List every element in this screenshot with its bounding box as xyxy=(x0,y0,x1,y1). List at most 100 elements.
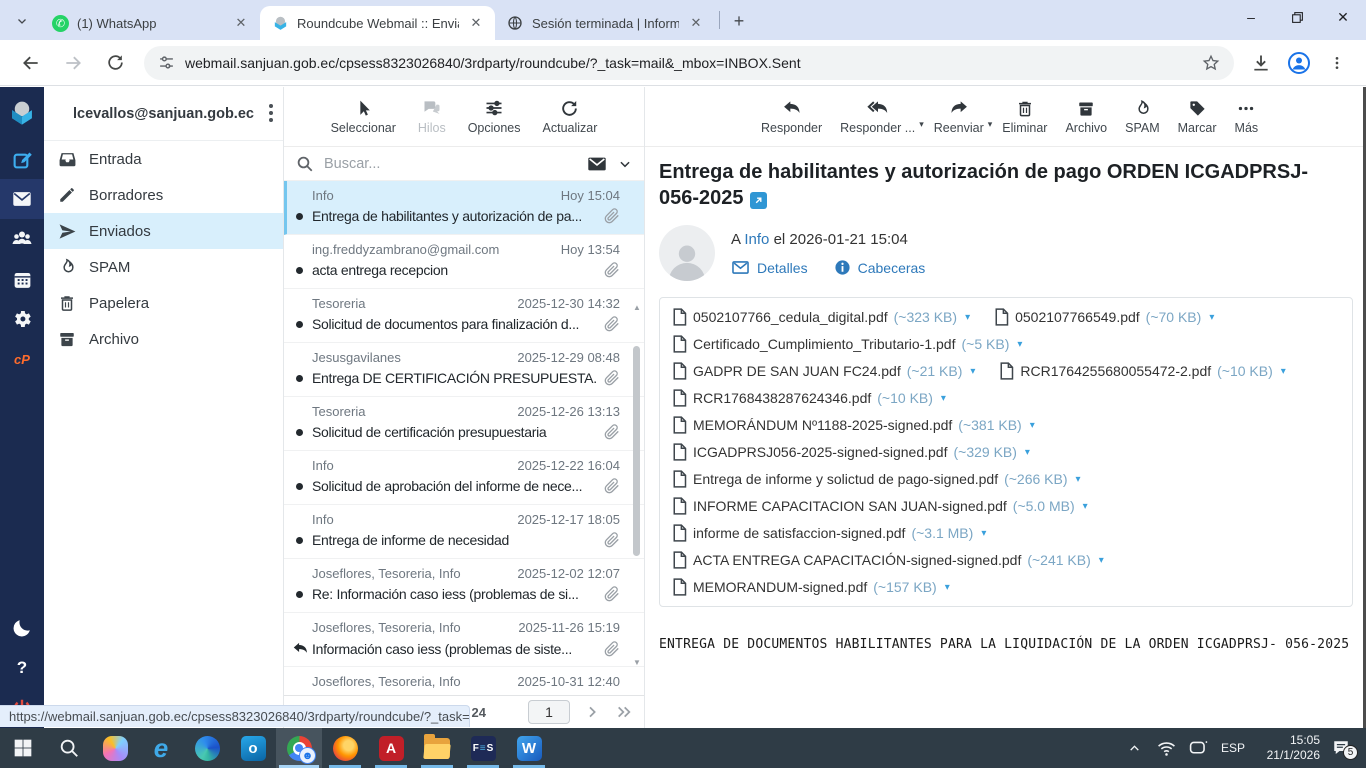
attachment-menu-caret-icon[interactable]: ▾ xyxy=(1083,501,1088,512)
rail-contacts-button[interactable] xyxy=(0,219,44,259)
attachment-menu-caret-icon[interactable]: ▾ xyxy=(1030,420,1035,431)
address-bar[interactable]: webmail.sanjuan.gob.ec/cpsess8323026840/… xyxy=(144,45,1234,80)
taskbar-search-button[interactable] xyxy=(46,728,92,768)
list-item[interactable]: Info 2025-12-17 18:05 Entrega de informe… xyxy=(284,505,644,559)
attachment[interactable]: informe de satisfaccion-signed.pdf (~3.1… xyxy=(672,524,1340,542)
list-item[interactable]: Tesoreria 2025-12-26 13:13 Solicitud de … xyxy=(284,397,644,451)
list-item[interactable]: Info 2025-12-22 16:04 Solicitud de aprob… xyxy=(284,451,644,505)
list-item[interactable]: Joseflores, Tesoreria, Info 2025-10-31 1… xyxy=(284,667,644,695)
details-toggle[interactable]: Detalles xyxy=(731,258,808,277)
spam-button[interactable]: SPAM xyxy=(1117,95,1168,139)
taskbar-outlook-button[interactable]: o xyxy=(230,728,276,768)
list-item[interactable]: Jesusgavilanes 2025-12-29 08:48 Entrega … xyxy=(284,343,644,397)
list-item[interactable]: Joseflores, Tesoreria, Info 2025-11-26 1… xyxy=(284,613,644,667)
next-page-button[interactable] xyxy=(584,704,600,720)
tab-close-icon[interactable]: ✕ xyxy=(687,14,705,32)
language-indicator[interactable]: ESP xyxy=(1216,741,1250,755)
select-button[interactable]: Seleccionar xyxy=(323,95,404,139)
search-scope-mail-icon[interactable] xyxy=(586,153,608,175)
wifi-icon[interactable] xyxy=(1152,728,1180,768)
tab-search-button[interactable] xyxy=(8,7,36,35)
sidebar-item-spam[interactable]: SPAM xyxy=(44,249,283,285)
taskbar-word-button[interactable]: W xyxy=(506,728,552,768)
account-menu-icon[interactable] xyxy=(269,104,273,122)
search-options-chevron-icon[interactable] xyxy=(618,157,632,171)
attachment[interactable]: ICGADPRSJ056-2025-signed-signed.pdf (~32… xyxy=(672,443,1340,461)
attachment[interactable]: Certificado_Cumplimiento_Tributario-1.pd… xyxy=(672,335,1022,353)
sidebar-item-entrada[interactable]: Entrada xyxy=(44,141,283,177)
attachment[interactable]: INFORME CAPACITACION SAN JUAN-signed.pdf… xyxy=(672,497,1340,515)
sidebar-item-borradores[interactable]: Borradores xyxy=(44,177,283,213)
browser-menu-button[interactable] xyxy=(1321,47,1353,79)
reply-all-button[interactable]: Responder ... xyxy=(832,94,923,139)
search-input[interactable] xyxy=(324,155,576,172)
back-button[interactable] xyxy=(14,46,48,80)
recipient-link[interactable]: Info xyxy=(744,231,769,248)
tab-close-icon[interactable]: ✕ xyxy=(467,14,485,32)
forward-caret-icon[interactable]: ▾ xyxy=(988,119,993,130)
sidebar-item-enviados[interactable]: Enviados xyxy=(44,213,283,249)
page-number-box[interactable]: 1 xyxy=(528,700,570,724)
attachment[interactable]: RCR1764255680055472-2.pdf (~10 KB) ▾ xyxy=(999,362,1286,380)
attachment[interactable]: ACTA ENTREGA CAPACITACIÓN-signed-signed.… xyxy=(672,551,1340,569)
reply-all-caret-icon[interactable]: ▾ xyxy=(919,119,924,130)
profile-button[interactable] xyxy=(1283,47,1315,79)
sidebar-item-papelera[interactable]: Papelera xyxy=(44,285,283,321)
headers-toggle[interactable]: Cabeceras xyxy=(834,259,925,276)
start-button[interactable] xyxy=(0,728,46,768)
sidebar-item-archivo[interactable]: Archivo xyxy=(44,321,283,357)
attachment-menu-caret-icon[interactable]: ▾ xyxy=(1099,555,1104,566)
attachment-menu-caret-icon[interactable]: ▾ xyxy=(1209,312,1214,323)
clock[interactable]: 15:05 21/1/2026 xyxy=(1254,733,1320,763)
taskbar-edge-button[interactable] xyxy=(184,728,230,768)
open-in-new-window-icon[interactable] xyxy=(749,192,767,209)
list-item[interactable]: Joseflores, Tesoreria, Info 2025-12-02 1… xyxy=(284,559,644,613)
mark-button[interactable]: Marcar xyxy=(1170,95,1225,139)
help-button[interactable]: ? xyxy=(0,648,44,688)
tray-chevron-up-icon[interactable] xyxy=(1120,728,1148,768)
window-minimize-button[interactable]: – xyxy=(1228,0,1274,34)
reply-button[interactable]: Responder xyxy=(753,94,830,139)
tab-whatsapp[interactable]: ✆ (1) WhatsApp ✕ xyxy=(40,6,260,40)
notification-center-button[interactable]: 5 xyxy=(1324,728,1358,768)
tab-session[interactable]: Sesión terminada | Informes Me ✕ xyxy=(495,6,715,40)
compose-button[interactable] xyxy=(0,139,44,179)
taskbar-explorer-button[interactable] xyxy=(414,728,460,768)
window-close-button[interactable]: ✕ xyxy=(1320,0,1366,34)
attachment[interactable]: Entrega de informe y solictud de pago-si… xyxy=(672,470,1340,488)
scrollbar-thumb[interactable] xyxy=(633,346,640,556)
attachment[interactable]: GADPR DE SAN JUAN FC24.pdf (~21 KB) ▾ xyxy=(672,362,975,380)
dark-mode-button[interactable] xyxy=(0,608,44,648)
attachment-menu-caret-icon[interactable]: ▾ xyxy=(1281,366,1286,377)
attachment[interactable]: MEMORÁNDUM Nº1188-2025-signed.pdf (~381 … xyxy=(672,416,1340,434)
taskbar-fes-app-button[interactable]: F ≡ S xyxy=(460,728,506,768)
taskbar-chrome-button[interactable]: ☻ xyxy=(276,728,322,768)
rail-cpanel-button[interactable]: cP xyxy=(0,339,44,379)
downloads-button[interactable] xyxy=(1245,47,1277,79)
list-item[interactable]: ing.freddyzambrano@gmail.com Hoy 13:54 a… xyxy=(284,235,644,289)
taskbar-acrobat-button[interactable]: A xyxy=(368,728,414,768)
threads-button[interactable]: Hilos xyxy=(410,94,454,139)
window-restore-button[interactable] xyxy=(1274,0,1320,34)
attachment-menu-caret-icon[interactable]: ▾ xyxy=(981,528,986,539)
list-item[interactable]: Tesoreria 2025-12-30 14:32 Solicitud de … xyxy=(284,289,644,343)
archive-button[interactable]: Archivo xyxy=(1057,95,1115,139)
options-button[interactable]: Opciones xyxy=(460,94,529,139)
site-info-icon[interactable] xyxy=(158,54,175,71)
forward-button[interactable]: Reenviar xyxy=(926,94,992,139)
taskbar-ie-button[interactable]: e xyxy=(138,728,184,768)
attachment[interactable]: 0502107766_cedula_digital.pdf (~323 KB) … xyxy=(672,308,970,326)
rail-mail-button[interactable] xyxy=(0,179,44,219)
forward-button[interactable] xyxy=(56,46,90,80)
scroll-down-icon[interactable]: ▼ xyxy=(633,658,641,667)
list-scrollbar[interactable]: ▲ ▼ xyxy=(631,181,643,695)
attachment-menu-caret-icon[interactable]: ▾ xyxy=(970,366,975,377)
last-page-button[interactable] xyxy=(614,704,634,720)
attachment-menu-caret-icon[interactable]: ▾ xyxy=(1017,339,1022,350)
attachment-menu-caret-icon[interactable]: ▾ xyxy=(1025,447,1030,458)
attachment[interactable]: 0502107766549.pdf (~70 KB) ▾ xyxy=(994,308,1214,326)
attachment[interactable]: MEMORANDUM-signed.pdf (~157 KB) ▾ xyxy=(672,578,1340,596)
rail-calendar-button[interactable] xyxy=(0,259,44,299)
attachment[interactable]: RCR1768438287624346.pdf (~10 KB) ▾ xyxy=(672,389,946,407)
reload-button[interactable] xyxy=(98,46,132,80)
